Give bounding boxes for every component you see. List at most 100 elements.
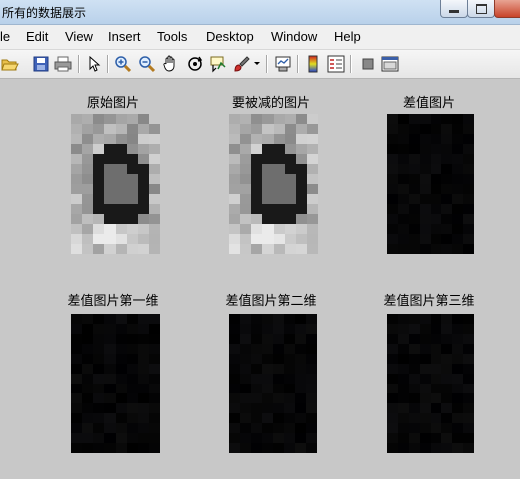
image-pixel (452, 393, 464, 404)
image-pixel (441, 114, 453, 124)
image-pixel (387, 393, 398, 404)
image-pixel (240, 403, 251, 414)
image-pixel (419, 244, 431, 254)
menu-edit[interactable]: Edit (26, 29, 48, 44)
image-pixel (229, 343, 240, 354)
image-pixel (126, 353, 138, 364)
image-pixel (251, 184, 263, 194)
image-pixel (306, 403, 317, 414)
image-pixel (397, 403, 409, 414)
image-pixel (115, 403, 127, 414)
image-pixel (273, 433, 284, 444)
image-pixel (71, 383, 83, 394)
print-button[interactable] (53, 54, 73, 74)
open-button[interactable] (0, 54, 20, 74)
image-pixel (295, 154, 307, 164)
image-pixel (306, 234, 318, 244)
image-pixel (262, 134, 274, 144)
menu-help[interactable]: Help (334, 29, 361, 44)
image-pixel (229, 353, 240, 364)
rotate-3d-button[interactable] (185, 54, 205, 74)
image-pixel (104, 164, 116, 174)
image-pixel (408, 314, 420, 324)
image-pixel (408, 154, 420, 164)
image-pixel (306, 423, 317, 434)
minimize-button[interactable] (440, 0, 468, 18)
close-button[interactable] (494, 0, 520, 18)
maximize-button[interactable] (467, 0, 495, 18)
image-pixel (397, 174, 409, 184)
menu-view[interactable]: View (65, 29, 93, 44)
colorbar-icon (308, 55, 318, 73)
image-pixel (430, 353, 442, 364)
legend-button[interactable] (326, 54, 346, 74)
image-pixel (387, 184, 398, 194)
image-pixel (387, 423, 398, 434)
data-cursor-button[interactable] (208, 54, 228, 74)
image-pixel (463, 154, 474, 164)
brush-dropdown[interactable] (252, 54, 262, 74)
image-pixel (419, 433, 431, 444)
zoom-in-button[interactable] (113, 54, 133, 74)
image-pixel (463, 373, 474, 384)
colorbar-button[interactable] (303, 54, 323, 74)
image-pixel (240, 144, 252, 154)
image-pixel (387, 124, 398, 134)
image-pixel (229, 224, 241, 234)
image-pixel (229, 114, 241, 124)
menu-desktop[interactable]: Desktop (206, 29, 254, 44)
menu-insert[interactable]: Insert (108, 29, 141, 44)
image-pixel (284, 333, 295, 344)
image-pixel (71, 214, 83, 224)
image-pixel (430, 204, 442, 214)
image-pixel (240, 433, 251, 444)
image-pixel (430, 224, 442, 234)
image-pixel (93, 154, 105, 164)
image-pixel (419, 423, 431, 434)
image-pixel (71, 244, 83, 254)
image-pixel (229, 134, 241, 144)
image-pixel (284, 383, 295, 394)
print-icon (54, 56, 72, 72)
menu-tools[interactable]: Tools (157, 29, 187, 44)
image-pixel (387, 413, 398, 424)
image-pixel (273, 373, 284, 384)
zoom-out-button[interactable] (137, 54, 157, 74)
image-pixel (295, 204, 307, 214)
hide-plot-tools-button[interactable] (358, 54, 378, 74)
menu-window[interactable]: Window (271, 29, 317, 44)
image-pixel (137, 114, 149, 124)
image-pixel (273, 244, 285, 254)
save-button[interactable] (31, 54, 51, 74)
image-pixel (452, 403, 464, 414)
pan-button[interactable] (161, 54, 181, 74)
image-pixel (273, 174, 285, 184)
image-pixel (71, 443, 83, 453)
image-pixel (306, 413, 317, 424)
image-pixel (441, 433, 453, 444)
link-plot-button[interactable] (273, 54, 293, 74)
image-pixel (137, 373, 149, 384)
toolbar-separator (107, 55, 108, 73)
show-plot-tools-button[interactable] (380, 54, 400, 74)
image-pixel (273, 413, 284, 424)
image-pixel (115, 343, 127, 354)
image-pixel (240, 154, 252, 164)
image-pixel (229, 373, 240, 384)
image-pixel (463, 124, 474, 134)
image-pixel (262, 333, 273, 344)
image-pixel (262, 393, 273, 404)
image-pixel (93, 114, 105, 124)
edit-plot-button[interactable] (84, 54, 104, 74)
window-title-bar: 所有的数据展示 (0, 0, 520, 25)
image-pixel (441, 393, 453, 404)
brush-button[interactable] (232, 54, 252, 74)
image-pixel (148, 214, 160, 224)
image-pixel (126, 393, 138, 404)
image-pixel (93, 214, 105, 224)
menu-file[interactable]: le (0, 29, 10, 44)
image-pixel (71, 114, 83, 124)
image-pixel (419, 134, 431, 144)
image-pixel (408, 373, 420, 384)
image-pixel (126, 154, 138, 164)
